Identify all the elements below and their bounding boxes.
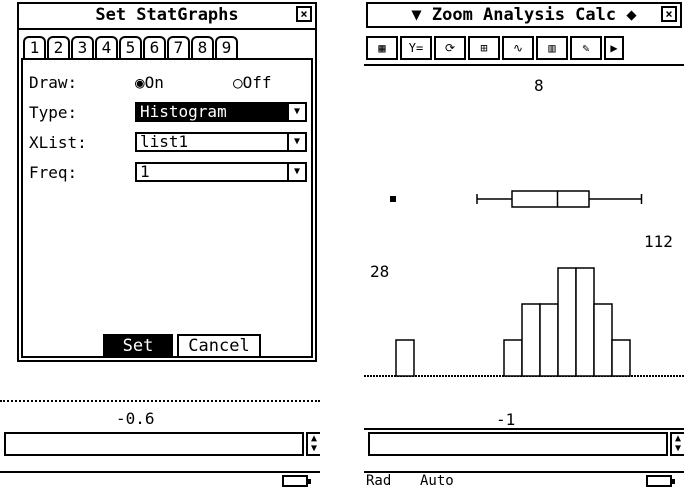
histogram-bar <box>539 303 559 377</box>
right-calculator-screen: ▼ Zoom Analysis Calc ◆ × ▦ Y= ⟳ ⊞ ∿ ▥ ✎ … <box>364 0 684 491</box>
label-left: 28 <box>370 262 390 281</box>
status-mode-rad: Rad <box>366 473 392 489</box>
xlist-label: XList: <box>29 133 87 152</box>
xlist-select[interactable]: list1 ▼ <box>135 132 307 152</box>
histogram-bar <box>575 267 595 377</box>
settings-panel: Draw: ◉On ○Off Type: Histogram ▼ XList: … <box>21 58 313 358</box>
dialog-titlebar: Set StatGraphs × <box>19 4 315 30</box>
draw-row: Draw: ◉On ○Off <box>29 72 309 94</box>
xlist-value: list1 <box>140 132 189 151</box>
label-bottom: -1 <box>496 410 516 429</box>
type-value: Histogram <box>140 102 227 121</box>
set-statgraphs-dialog: Set StatGraphs × 1 2 3 4 5 6 7 8 9 Draw:… <box>17 2 317 362</box>
sketch-icon[interactable]: ✎ <box>570 36 602 60</box>
tab-7[interactable]: 7 <box>167 36 190 58</box>
left-calculator-screen: Set StatGraphs × 1 2 3 4 5 6 7 8 9 Draw:… <box>0 0 320 491</box>
freq-value: 1 <box>140 162 150 181</box>
stat-menu-icon[interactable]: ▥ <box>536 36 568 60</box>
freq-label: Freq: <box>29 163 78 182</box>
chevron-down-icon[interactable]: ▼ <box>287 104 305 120</box>
chevron-down-icon[interactable]: ▼ <box>287 134 305 150</box>
histogram-bar <box>557 267 577 377</box>
label-top: 8 <box>534 76 544 95</box>
histogram-plot <box>364 190 684 377</box>
type-row: Type: Histogram ▼ <box>29 102 309 124</box>
graph-axis-line <box>0 400 320 402</box>
histogram-bar <box>395 339 415 377</box>
status-bar <box>0 471 320 491</box>
graph-area[interactable]: 8 112 28 -1 <box>364 64 684 430</box>
freq-row: Freq: 1 ▼ <box>29 162 309 184</box>
type-select[interactable]: Histogram ▼ <box>135 102 307 122</box>
entry-input[interactable] <box>368 432 668 456</box>
graph-tabs: 1 2 3 4 5 6 7 8 9 <box>23 36 239 58</box>
redraw-icon[interactable]: ⟳ <box>434 36 466 60</box>
dialog-title: Set StatGraphs <box>95 5 239 25</box>
scroll-spinner[interactable]: ▲ ▼ <box>306 432 320 456</box>
entry-input[interactable] <box>4 432 304 456</box>
status-mode-auto: Auto <box>420 473 454 489</box>
zoom-box-icon[interactable]: ⊞ <box>468 36 500 60</box>
histogram-bar <box>593 303 613 377</box>
tab-8[interactable]: 8 <box>191 36 214 58</box>
draw-on-label: On <box>144 73 164 92</box>
tab-3[interactable]: 3 <box>71 36 94 58</box>
histogram-bar <box>611 339 631 377</box>
type-label: Type: <box>29 103 78 122</box>
draw-off-radio[interactable]: ○Off <box>233 72 272 94</box>
tab-4[interactable]: 4 <box>95 36 118 58</box>
cancel-button[interactable]: Cancel <box>177 334 261 358</box>
trace-curve-icon[interactable]: ∿ <box>502 36 534 60</box>
tab-6[interactable]: 6 <box>143 36 166 58</box>
status-bar: Rad Auto <box>364 471 684 491</box>
toolbar: ▦ Y= ⟳ ⊞ ∿ ▥ ✎ ▶ <box>364 34 684 62</box>
y-equals-icon[interactable]: Y= <box>400 36 432 60</box>
close-icon[interactable]: × <box>661 6 677 22</box>
tab-9[interactable]: 9 <box>215 36 238 58</box>
bottom-value: -0.6 <box>116 409 155 428</box>
chevron-down-icon[interactable]: ▼ <box>287 164 305 180</box>
diamond-icon: ◆ <box>626 5 637 25</box>
table-icon[interactable]: ▦ <box>366 36 398 60</box>
set-button[interactable]: Set <box>103 334 173 358</box>
histogram-bar <box>503 339 523 377</box>
xlist-row: XList: list1 ▼ <box>29 132 309 154</box>
battery-icon <box>646 475 675 487</box>
label-right: 112 <box>644 232 673 251</box>
draw-label: Draw: <box>29 73 78 92</box>
play-arrow-icon[interactable]: ▶ <box>604 36 624 60</box>
boxplot-outlier <box>390 196 396 202</box>
histogram-bar <box>521 303 541 377</box>
window-titlebar: ▼ Zoom Analysis Calc ◆ × <box>366 2 682 28</box>
tab-5[interactable]: 5 <box>119 36 142 58</box>
chevron-down-icon[interactable]: ▼ <box>411 5 421 25</box>
close-icon[interactable]: × <box>296 6 312 22</box>
tab-1[interactable]: 1 <box>23 36 46 58</box>
battery-icon <box>282 475 311 487</box>
tab-2[interactable]: 2 <box>47 36 70 58</box>
boxplot-box <box>511 190 590 208</box>
freq-select[interactable]: 1 ▼ <box>135 162 307 182</box>
draw-off-label: Off <box>242 73 272 92</box>
draw-on-radio[interactable]: ◉On <box>135 72 164 94</box>
window-title[interactable]: Zoom Analysis Calc <box>432 5 616 25</box>
scroll-spinner[interactable]: ▲ ▼ <box>670 432 684 456</box>
